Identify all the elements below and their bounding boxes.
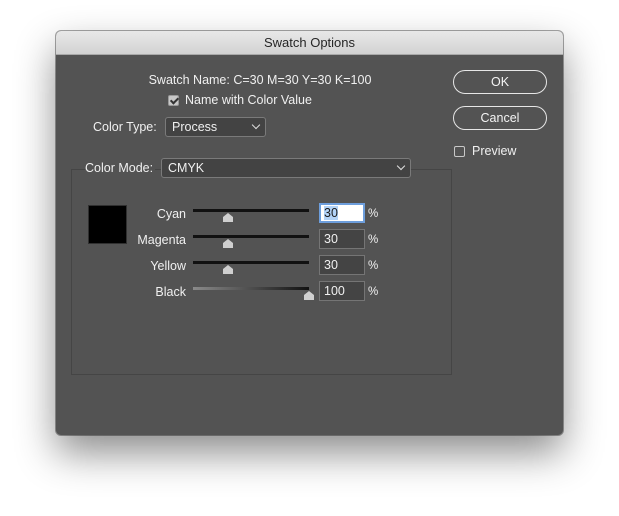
cancel-button[interactable]: Cancel <box>453 106 547 130</box>
swatch-name-label: Swatch Name: <box>148 73 230 87</box>
chevron-down-icon <box>251 120 261 130</box>
magenta-slider-thumb[interactable] <box>222 239 233 248</box>
color-type-label: Color Type: <box>93 120 157 134</box>
cyan-value-input[interactable]: 30 <box>319 203 365 223</box>
cyan-percent-label: % <box>368 208 379 220</box>
magenta-label: Magenta <box>137 233 186 247</box>
cyan-slider-track[interactable] <box>193 209 309 212</box>
cyan-label: Cyan <box>156 207 186 221</box>
black-label: Black <box>155 285 186 299</box>
yellow-slider-track[interactable] <box>193 261 309 264</box>
swatch-name-row: Swatch Name: C=30 M=30 Y=30 K=100 <box>140 73 380 87</box>
magenta-value-input[interactable]: 30 <box>319 229 365 249</box>
yellow-percent-label: % <box>368 260 379 272</box>
black-percent-label: % <box>368 286 379 298</box>
chevron-down-icon <box>396 161 406 171</box>
yellow-value-input[interactable]: 30 <box>319 255 365 275</box>
preview-label[interactable]: Preview <box>472 144 516 158</box>
black-value-input[interactable]: 100 <box>319 281 365 301</box>
black-slider-track[interactable] <box>193 287 309 290</box>
cyan-slider-thumb[interactable] <box>222 213 233 222</box>
dialog-title: Swatch Options <box>56 31 563 55</box>
preview-checkbox[interactable] <box>454 146 465 157</box>
yellow-slider-thumb[interactable] <box>222 265 233 274</box>
color-type-value: Process <box>172 120 218 134</box>
yellow-label: Yellow <box>150 259 186 273</box>
color-mode-select[interactable]: CMYK <box>161 158 411 178</box>
color-mode-label: Color Mode: <box>85 161 156 175</box>
name-with-color-value-label[interactable]: Name with Color Value <box>185 93 312 107</box>
swatch-name-value: C=30 M=30 Y=30 K=100 <box>233 73 372 87</box>
black-slider-thumb[interactable] <box>304 291 314 300</box>
color-mode-value: CMYK <box>168 161 205 175</box>
magenta-percent-label: % <box>368 234 379 246</box>
swatch-options-dialog: Swatch Options Swatch Name: C=30 M=30 Y=… <box>56 31 563 435</box>
name-with-color-value-checkbox[interactable] <box>168 95 179 106</box>
magenta-slider-track[interactable] <box>193 235 309 238</box>
color-type-select[interactable]: Process <box>165 117 266 137</box>
ok-button[interactable]: OK <box>453 70 547 94</box>
